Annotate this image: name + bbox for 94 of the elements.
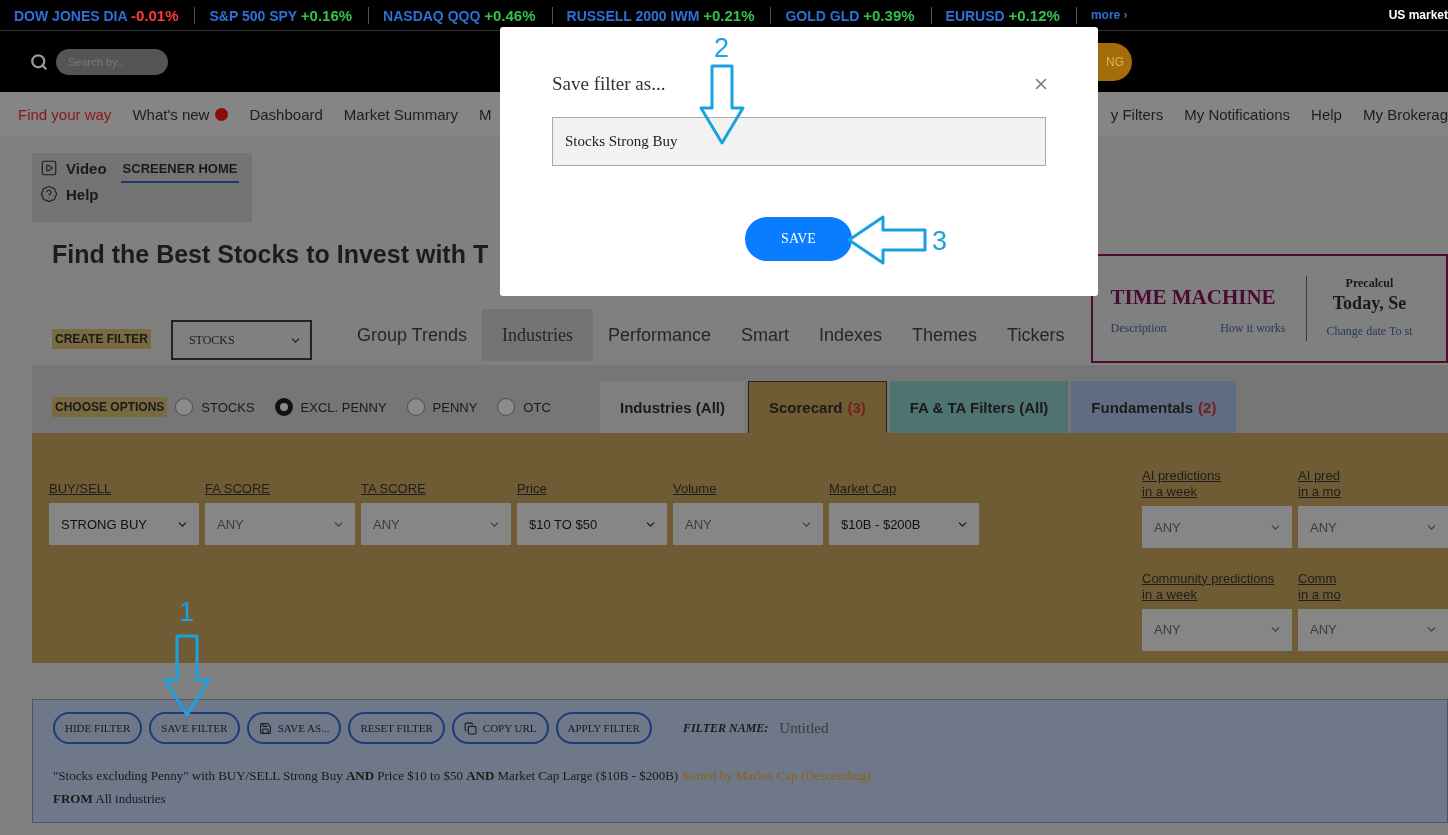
filter-select[interactable]: ANY [205,503,355,545]
step-number: 1 [179,597,195,627]
category-tab[interactable]: Industries [481,309,593,361]
save-button[interactable]: SAVE [745,217,852,261]
category-tab[interactable]: Indexes [804,309,898,361]
filter-label[interactable]: AI pred in a mo [1298,468,1448,500]
filter-button[interactable]: APPLY FILTER [555,712,652,744]
market-status: US market [1388,8,1448,22]
arrow-down-icon [699,64,745,145]
page-heading: Find the Best Stocks to Invest with T [52,240,489,270]
filter-button[interactable]: COPY URL [451,712,549,744]
filter-select[interactable]: ANY [1298,506,1448,548]
filter-label[interactable]: AI predictions in a week [1142,468,1292,500]
radio-option[interactable]: STOCKS [175,398,255,416]
nav-link[interactable]: y Filters [1110,105,1164,123]
help-icon [40,185,58,203]
radio-option[interactable]: PENNY [406,398,478,416]
nav-link[interactable]: Help [1311,105,1342,123]
ticker-item[interactable]: GOLD GLD +0.39% [771,6,932,24]
radio-icon[interactable] [497,398,516,416]
filter-name-label: FILTER NAME: [682,720,769,736]
filter-button[interactable]: RESET FILTER [348,712,445,744]
filter-select[interactable]: ANY [1298,608,1448,651]
category-tab[interactable]: Smart [726,309,804,361]
copy-icon [463,721,477,735]
date-text: Today, Se [1332,293,1407,314]
filter-label[interactable]: Community predictions in a week [1142,570,1292,603]
category-tab[interactable]: Tickers [992,309,1080,361]
ticker-item[interactable]: RUSSELL 2000 IWM +0.21% [552,6,772,24]
arrow-down-icon [163,634,211,717]
nav-link[interactable]: Market Summary [343,105,458,123]
category-tab[interactable]: Group Trends [341,309,482,361]
video-icon [40,159,58,177]
filter-label[interactable]: FA SCORE [205,481,355,497]
filter-button[interactable]: HIDE FILTER [53,712,143,744]
radio-icon[interactable] [175,398,194,416]
nav-link[interactable]: My Notifications [1184,105,1291,123]
more-link[interactable]: more › [1090,8,1128,22]
menu-link[interactable]: Video [40,159,107,177]
filter-select[interactable]: ANY [1142,506,1292,548]
filter-source: FROM All industries [53,791,166,806]
ticker-item[interactable]: DOW JONES DIA -0.01% [0,6,196,24]
choose-options-label: CHOOSE OPTIONS [52,397,168,417]
filter-label[interactable]: Market Cap [829,481,979,497]
step-number: 3 [932,226,948,256]
filter-button[interactable]: SAVE FILTER [149,712,240,744]
time-machine-link[interactable]: Description [1110,321,1167,336]
create-filter-label: CREATE FILTER [52,329,151,349]
filter-summary: "Stocks excluding Penny" with BUY/SELL Strong Buy AND Price $10 to $50 AND Market Cap Large ($10B - $200B) [53,768,679,783]
time-machine-link[interactable]: How it works [1220,321,1286,336]
dialog-title: Save filter as... [552,73,666,95]
nav-link[interactable]: Find your way [18,105,112,123]
radio-icon[interactable] [274,398,293,416]
stocks-select[interactable]: STOCKS [170,320,312,360]
arrow-left-icon [847,215,927,265]
filter-tab[interactable]: Industries (All) [600,381,745,433]
screener-home-tab[interactable]: SCREENER HOME [120,159,240,183]
precalc-note: Precalcul [1345,276,1394,291]
nav-link[interactable]: My Brokerag [1362,105,1448,123]
menu-link[interactable]: Help [40,185,107,203]
filter-select[interactable]: ANY [673,503,823,545]
ticker-item[interactable]: NASDAQ QQQ +0.46% [369,6,553,24]
filter-select[interactable]: ANY [361,503,511,545]
filter-label[interactable]: Volume [673,481,823,497]
filter-label[interactable]: Comm in a mo [1298,570,1448,603]
filter-label[interactable]: BUY/SELL [49,481,199,497]
ticker-item[interactable]: S&P 500 SPY +0.16% [195,6,370,24]
category-tab[interactable]: Themes [897,309,993,361]
ticker-item[interactable]: EURUSD +0.12% [931,6,1077,24]
nav-link[interactable]: M [479,105,492,123]
notification-dot [215,107,229,121]
filter-tab[interactable]: Fundamentals (2) [1071,381,1237,433]
category-tab[interactable]: Performance [592,309,726,361]
filter-select[interactable]: $10 TO $50 [517,503,667,545]
filter-tab[interactable]: FA & TA Filters (All) [889,381,1069,433]
filter-select[interactable]: STRONG BUY [49,503,199,545]
radio-option[interactable]: OTC [497,398,551,416]
nav-link[interactable]: Dashboard [249,105,323,123]
search-icon[interactable] [30,52,48,71]
filter-name-input[interactable]: Stocks Strong Buy [552,117,1046,166]
change-date-link[interactable]: Change date To st [1326,324,1413,339]
filter-select[interactable]: ANY [1142,608,1292,651]
time-machine-title: TIME MACHINE [1110,284,1277,310]
header-button[interactable]: NG [1098,42,1132,81]
radio-icon[interactable] [406,398,425,416]
filter-label[interactable]: TA SCORE [361,481,511,497]
filter-tab[interactable]: Scorecard (3) [748,381,887,433]
step-number: 2 [714,33,730,63]
filter-select[interactable]: $10B - $200B [829,503,979,545]
nav-link[interactable]: What's new [132,105,229,123]
filter-button[interactable]: SAVE AS... [246,712,342,744]
filter-name: Untitled [779,719,829,737]
filter-label[interactable]: Price [517,481,667,497]
radio-option[interactable]: EXCL. PENNY [274,398,387,416]
